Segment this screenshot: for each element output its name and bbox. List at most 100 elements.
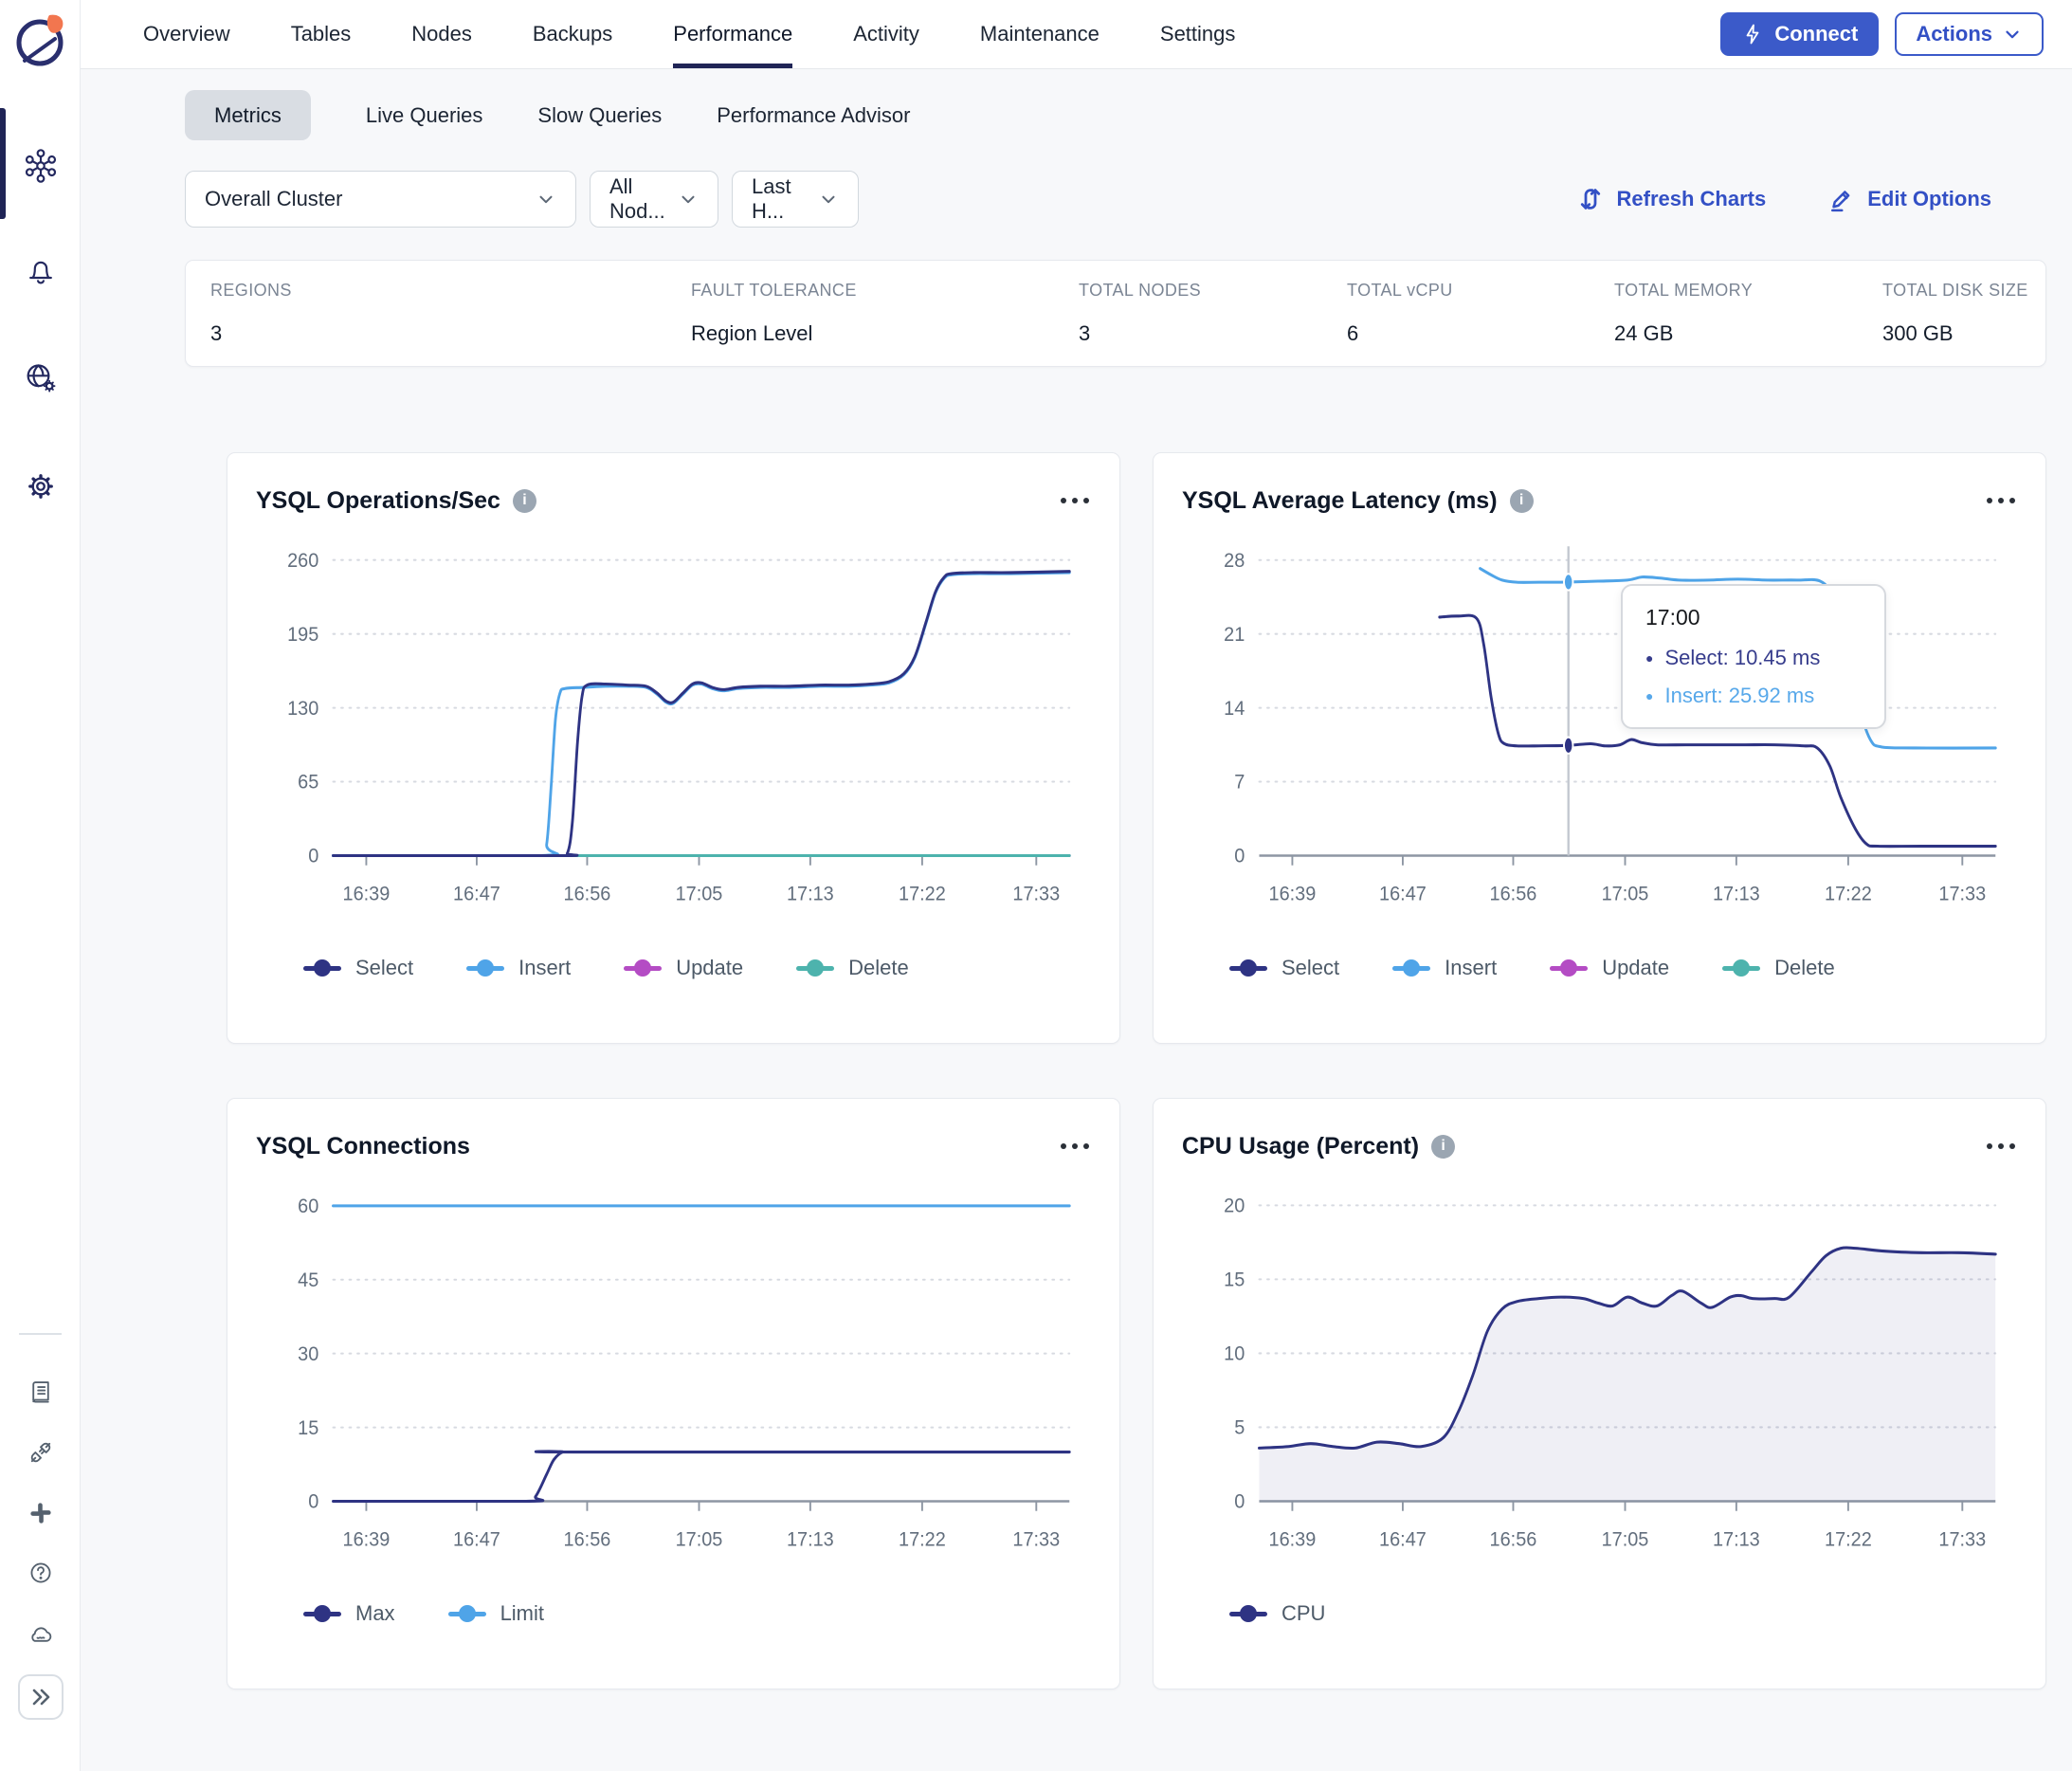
- tab-maintenance[interactable]: Maintenance: [980, 0, 1100, 68]
- tab-activity[interactable]: Activity: [853, 0, 919, 68]
- svg-text:17:05: 17:05: [1602, 883, 1649, 905]
- refresh-charts-button[interactable]: Refresh Charts: [1576, 185, 1766, 213]
- stat-fault-tolerance: FAULT TOLERANCE Region Level: [691, 281, 1079, 346]
- chart-menu-button[interactable]: [1059, 490, 1091, 511]
- stat-value: 3: [1079, 321, 1091, 345]
- legend-item-delete[interactable]: Delete: [796, 956, 909, 980]
- legend-item-insert[interactable]: Insert: [1392, 956, 1497, 980]
- cpu-usage-chart[interactable]: 0 5 10 15 20 16:39 16:47 16:56 17:05 17:13 17:22 17…: [1182, 1177, 2017, 1575]
- sidebar-item-integrations[interactable]: [23, 1434, 59, 1470]
- svg-text:17:22: 17:22: [1825, 1528, 1872, 1551]
- svg-text:16:47: 16:47: [453, 883, 500, 905]
- svg-text:5: 5: [1234, 1416, 1245, 1439]
- svg-text:260: 260: [287, 549, 318, 572]
- stat-label: TOTAL vCPU: [1347, 281, 1453, 300]
- legend-item-insert[interactable]: Insert: [466, 956, 571, 980]
- legend-item-delete[interactable]: Delete: [1722, 956, 1835, 980]
- pencil-icon: [1831, 191, 1850, 212]
- chart-menu-button[interactable]: [1985, 1136, 2017, 1157]
- time-range-selector-value: Last H...: [752, 174, 791, 223]
- edit-options-button[interactable]: Edit Options: [1827, 185, 1991, 213]
- legend-item-select[interactable]: Select: [1229, 956, 1339, 980]
- actions-button[interactable]: Actions: [1895, 12, 2044, 56]
- sidebar-divider: [19, 1333, 62, 1335]
- sidebar-item-network[interactable]: [20, 356, 62, 398]
- cluster-selector-value: Overall Cluster: [205, 187, 343, 210]
- legend-item-limit[interactable]: Limit: [447, 1601, 545, 1626]
- stat-total-vcpu: TOTAL vCPU 6: [1347, 281, 1614, 346]
- svg-text:17:05: 17:05: [676, 1528, 723, 1551]
- subtab-slow-queries[interactable]: Slow Queries: [537, 103, 662, 128]
- chart-card-ysql-connections: YSQL Connections 0 15 30 45 60 16:39 16:47 16:5…: [227, 1098, 1120, 1689]
- tab-backups[interactable]: Backups: [533, 0, 612, 68]
- chart-card-ysql-operations: YSQL Operations/Sec 0 65 130 195 260 16:39 16:…: [227, 452, 1120, 1044]
- tab-performance[interactable]: Performance: [673, 0, 792, 68]
- chevrons-right-icon: [32, 1689, 50, 1706]
- lightning-bolt-icon: [1746, 24, 1759, 45]
- connect-button-label: Connect: [1774, 22, 1859, 46]
- svg-text:16:47: 16:47: [1379, 883, 1427, 905]
- sidebar-item-settings[interactable]: [20, 466, 62, 507]
- legend-item-cpu[interactable]: CPU: [1229, 1601, 1325, 1626]
- cluster-selector[interactable]: Overall Cluster: [185, 171, 576, 228]
- globe-gear-icon: [27, 364, 56, 393]
- chart-legend: Max Limit: [303, 1601, 1091, 1626]
- info-icon[interactable]: [1509, 488, 1534, 513]
- time-range-selector[interactable]: Last H...: [732, 171, 859, 228]
- legend-marker-icon: [624, 959, 663, 977]
- subtab-performance-advisor[interactable]: Performance Advisor: [717, 103, 910, 128]
- sidebar-item-clusters[interactable]: [20, 145, 62, 187]
- info-icon[interactable]: [512, 488, 536, 513]
- tab-tables[interactable]: Tables: [291, 0, 352, 68]
- filters-bar: Overall Cluster All Nod... Last H... Ref…: [185, 171, 1991, 228]
- chevron-down-icon: [682, 195, 695, 204]
- sidebar-item-help[interactable]: [23, 1555, 59, 1591]
- legend-label: Update: [1602, 956, 1670, 979]
- subtab-metrics[interactable]: Metrics: [185, 90, 311, 140]
- sidebar-item-cloud-status[interactable]: [23, 1616, 59, 1652]
- legend-marker-icon: [303, 1605, 341, 1622]
- sidebar-item-alerts[interactable]: [20, 247, 62, 289]
- svg-text:16:47: 16:47: [1379, 1528, 1427, 1551]
- chart-tooltip: 17:00 Select: 10.45 ms Insert: 25.92 ms: [1621, 584, 1886, 729]
- ysql-latency-chart[interactable]: 0 7 14 21 28 16:39 16:47 16:56 17:05 17:13 17:22 17…: [1182, 531, 2017, 929]
- svg-text:17:33: 17:33: [1012, 1528, 1060, 1551]
- legend-item-select[interactable]: Select: [303, 956, 413, 980]
- svg-text:15: 15: [1224, 1269, 1245, 1291]
- tab-overview[interactable]: Overview: [143, 0, 230, 68]
- charts-grid: YSQL Operations/Sec 0 65 130 195 260 16:39 16:…: [227, 452, 2046, 1689]
- svg-text:16:56: 16:56: [1490, 1528, 1537, 1551]
- chevron-down-icon: [539, 195, 553, 204]
- ysql-connections-chart[interactable]: 0 15 30 45 60 16:39 16:47 16:56 17:05 17:13 17:22 1…: [256, 1177, 1091, 1575]
- expand-sidebar-button[interactable]: [18, 1674, 64, 1720]
- svg-text:17:22: 17:22: [899, 1528, 946, 1551]
- legend-label: Limit: [500, 1601, 545, 1625]
- svg-text:16:39: 16:39: [343, 883, 391, 905]
- stat-regions: REGIONS 3: [210, 281, 691, 346]
- tab-nodes[interactable]: Nodes: [411, 0, 472, 68]
- sidebar-item-slack[interactable]: [23, 1495, 59, 1531]
- svg-text:16:56: 16:56: [564, 1528, 611, 1551]
- chart-menu-button[interactable]: [1985, 490, 2017, 511]
- svg-text:17:13: 17:13: [787, 883, 834, 905]
- legend-item-update[interactable]: Update: [1550, 956, 1669, 980]
- tab-settings[interactable]: Settings: [1160, 0, 1236, 68]
- stat-value: 3: [210, 321, 223, 345]
- svg-text:17:13: 17:13: [1713, 1528, 1760, 1551]
- svg-text:65: 65: [298, 771, 318, 794]
- app-logo-icon[interactable]: [13, 11, 68, 70]
- subtab-live-queries[interactable]: Live Queries: [366, 103, 483, 128]
- info-icon[interactable]: [1431, 1134, 1456, 1159]
- book-icon: [32, 1381, 49, 1403]
- nodes-selector[interactable]: All Nod...: [590, 171, 718, 228]
- connect-button[interactable]: Connect: [1720, 12, 1880, 56]
- help-icon: [30, 1562, 51, 1583]
- legend-item-update[interactable]: Update: [624, 956, 743, 980]
- legend-item-max[interactable]: Max: [303, 1601, 395, 1626]
- sidebar-item-docs[interactable]: [23, 1374, 59, 1410]
- bell-icon: [29, 261, 52, 284]
- performance-subtabs: Metrics Live Queries Slow Queries Perfor…: [185, 90, 2072, 140]
- chart-menu-button[interactable]: [1059, 1136, 1091, 1157]
- ysql-operations-chart[interactable]: 0 65 130 195 260 16:39 16:47 16:56 17:05 17:13 17:…: [256, 531, 1091, 929]
- chevron-down-icon: [2006, 30, 2019, 39]
